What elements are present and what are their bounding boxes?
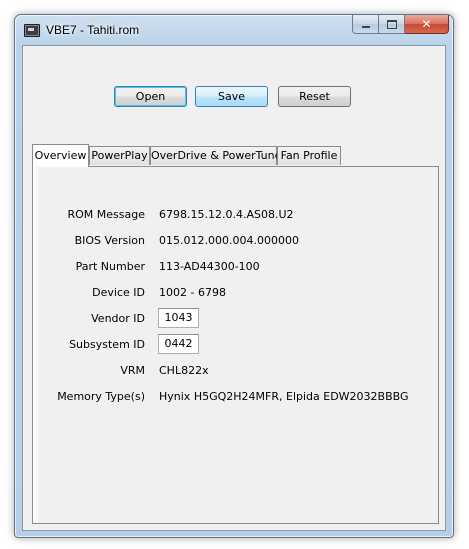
tab-powerplay[interactable]: PowerPlay — [89, 146, 150, 165]
memory-type-label: Memory Type(s) — [57, 390, 145, 403]
subsystem-id-label: Subsystem ID — [69, 338, 145, 351]
vrm-label: VRM — [120, 364, 145, 377]
minimize-icon — [361, 26, 370, 28]
close-icon: ✕ — [421, 17, 432, 31]
tab-overview[interactable]: Overview — [32, 144, 89, 167]
minimize-button[interactable] — [352, 15, 379, 34]
part-number-row: Part Number 113-AD44300-100 — [33, 257, 438, 279]
rom-message-value: 6798.15.12.0.4.AS08.U2 — [159, 208, 294, 221]
caption-buttons: ✕ — [352, 15, 449, 35]
maximize-icon — [386, 19, 397, 29]
subsystem-id-row: Subsystem ID 0442 — [33, 334, 438, 356]
title-bar[interactable]: VBE7 - Tahiti.rom ✕ — [15, 15, 453, 45]
memory-type-row: Memory Type(s) Hynix H5GQ2H24MFR, Elpida… — [33, 387, 438, 409]
rom-message-row: ROM Message 6798.15.12.0.4.AS08.U2 — [33, 205, 438, 227]
vendor-id-row: Vendor ID 1043 — [33, 308, 438, 330]
bios-version-row: BIOS Version 015.012.000.004.000000 — [33, 231, 438, 253]
main-window: VBE7 - Tahiti.rom ✕ Open Save Reset Over… — [14, 14, 454, 538]
vendor-id-label: Vendor ID — [91, 312, 145, 325]
app-icon[interactable] — [24, 24, 40, 37]
tab-overdrive-powertune[interactable]: OverDrive & PowerTune — [150, 146, 281, 165]
subsystem-id-field[interactable]: 0442 — [158, 334, 199, 354]
open-button[interactable]: Open — [114, 86, 187, 107]
memory-type-value: Hynix H5GQ2H24MFR, Elpida EDW2032BBBG — [159, 390, 409, 403]
device-id-label: Device ID — [92, 286, 145, 299]
maximize-button[interactable] — [379, 15, 405, 34]
part-number-value: 113-AD44300-100 — [159, 260, 260, 273]
part-number-label: Part Number — [75, 260, 145, 273]
vrm-row: VRM CHL822x — [33, 361, 438, 383]
rom-message-label: ROM Message — [67, 208, 146, 221]
overview-panel: ROM Message 6798.15.12.0.4.AS08.U2 BIOS … — [32, 166, 439, 524]
bios-version-value: 015.012.000.004.000000 — [159, 234, 299, 247]
tab-fan-profile[interactable]: Fan Profile — [277, 146, 341, 165]
device-id-value: 1002 - 6798 — [159, 286, 226, 299]
save-button[interactable]: Save — [195, 86, 268, 107]
vrm-value: CHL822x — [159, 364, 209, 377]
reset-button[interactable]: Reset — [278, 86, 351, 107]
device-id-row: Device ID 1002 - 6798 — [33, 283, 438, 305]
vendor-id-field[interactable]: 1043 — [158, 308, 199, 328]
window-title: VBE7 - Tahiti.rom — [46, 23, 140, 37]
bios-version-label: BIOS Version — [74, 234, 145, 247]
close-button[interactable]: ✕ — [405, 15, 449, 34]
client-area: Open Save Reset Overview PowerPlay OverD… — [22, 45, 446, 531]
